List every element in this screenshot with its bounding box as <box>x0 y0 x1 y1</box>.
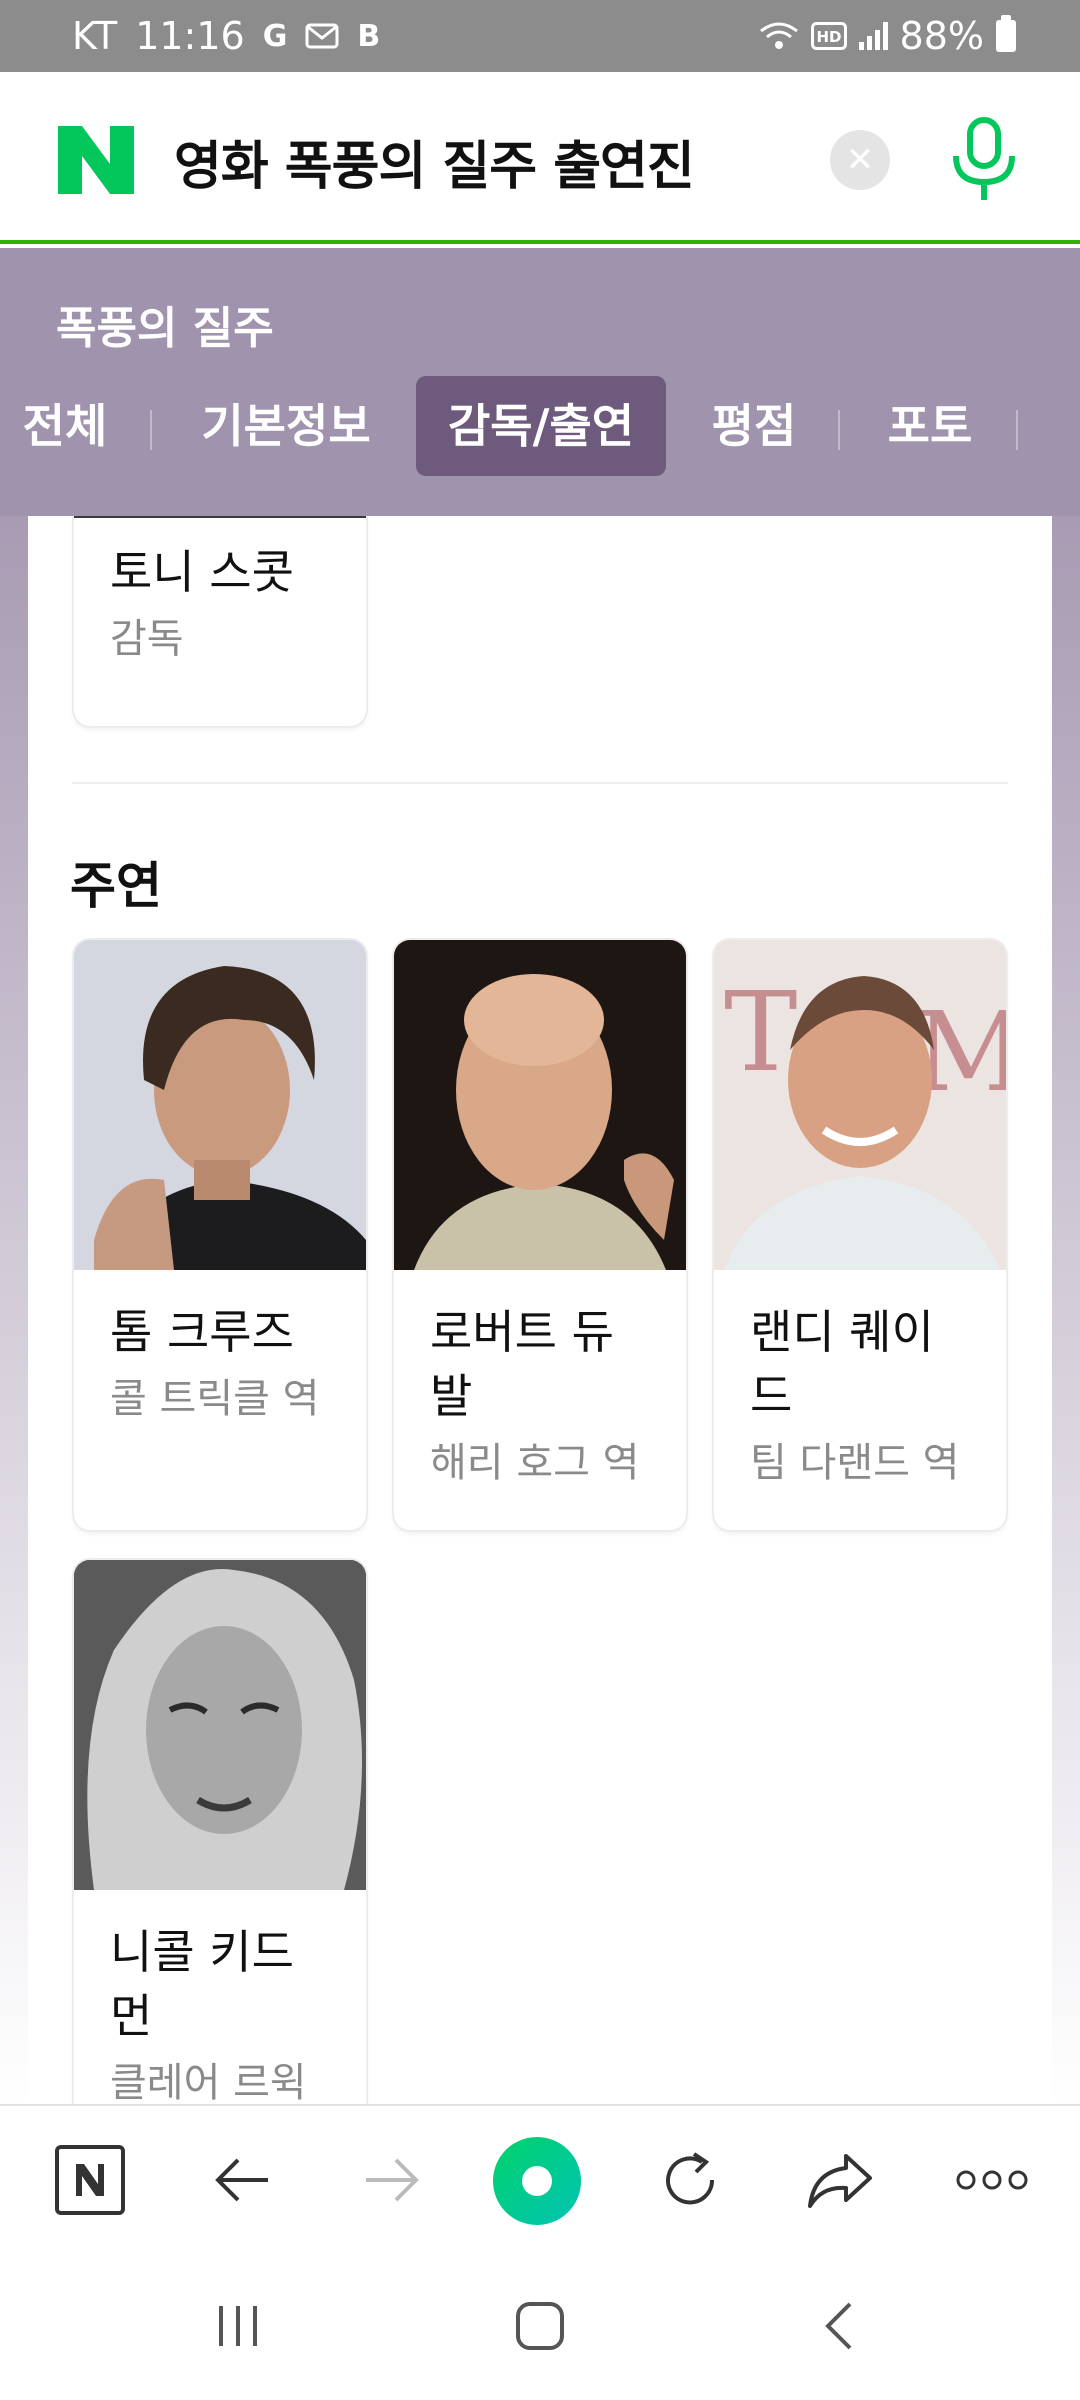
system-nav-bar <box>0 2252 1080 2400</box>
home-button[interactable] <box>500 2296 580 2356</box>
topic-title[interactable]: 폭풍의 질주 <box>56 292 274 356</box>
person-role: 클레어 르윅 <box>110 2060 307 2104</box>
battery-percent: 88% <box>899 14 984 58</box>
mail-icon <box>305 23 339 49</box>
svg-text:T: T <box>724 968 797 1096</box>
close-icon: ✕ <box>845 140 875 180</box>
browser-toolbar <box>0 2104 1080 2252</box>
recent-apps-icon <box>219 2306 257 2346</box>
tab-rating[interactable]: 평점 <box>704 376 804 476</box>
back-arrow-icon <box>215 2158 268 2202</box>
cast-card[interactable]: 톰 크루즈 콜 트릭클 역 <box>74 940 366 1530</box>
back-icon <box>825 2302 852 2350</box>
tab-basic-info[interactable]: 기본정보 <box>196 376 376 476</box>
refresh-icon <box>666 2152 715 2205</box>
cast-content: 토니 스콧 감독 주연 톰 크루즈 콜 트릭클 역 로버트 듀발 해리 호그 역 <box>28 516 1052 2104</box>
clock: 11:16 <box>135 14 245 58</box>
tab-director-cast[interactable]: 감독/출연 <box>416 376 666 476</box>
section-title-leads: 주연 <box>70 857 162 915</box>
share-button[interactable] <box>800 2140 880 2220</box>
hd-icon: HD <box>810 22 847 50</box>
forward-button[interactable] <box>352 2140 432 2220</box>
person-role: 감독 <box>110 616 184 662</box>
person-role: 팀 다랜드 역 <box>750 1440 960 1486</box>
tab-all[interactable]: 전체 <box>20 376 110 476</box>
status-right: HD 88% <box>759 14 1016 58</box>
naver-home-icon <box>55 2145 125 2215</box>
person-name: 랜디 퀘이드 <box>750 1305 934 1423</box>
tab-bar: 전체 기본정보 감독/출연 평점 포토 <box>0 376 1080 476</box>
director-card[interactable]: 토니 스콧 감독 <box>74 516 366 726</box>
section-divider <box>72 782 1008 784</box>
person-name: 로버트 듀발 <box>430 1305 614 1423</box>
recent-apps-button[interactable] <box>198 2296 278 2356</box>
more-button[interactable] <box>952 2140 1032 2220</box>
person-role: 해리 호그 역 <box>430 1440 640 1486</box>
director-photo <box>74 516 366 518</box>
cast-card[interactable]: 로버트 듀발 해리 호그 역 <box>394 940 686 1530</box>
naver-home-button[interactable] <box>50 2140 130 2220</box>
person-name: 톰 크루즈 <box>110 1305 294 1359</box>
green-dot-icon <box>493 2137 581 2225</box>
signal-icon <box>858 22 888 50</box>
green-dot-button[interactable] <box>490 2134 584 2228</box>
tab-separator <box>1016 410 1018 450</box>
cast-card[interactable]: T M 랜디 퀘이드 팀 다랜드 역 <box>714 940 1006 1530</box>
tab-separator <box>150 410 152 450</box>
actor-photo: T M <box>714 940 1006 1270</box>
tab-separator <box>838 410 840 450</box>
topic-header: 폭풍의 질주 전체 기본정보 감독/출연 평점 포토 <box>0 248 1080 516</box>
more-icon <box>956 2170 1028 2190</box>
microphone-icon[interactable] <box>944 116 1024 204</box>
tab-photo[interactable]: 포토 <box>880 376 980 476</box>
naver-logo[interactable] <box>58 126 134 194</box>
home-icon <box>516 2302 564 2350</box>
status-bar: KT 11:16 G B HD 88% <box>0 0 1080 72</box>
carrier-label: KT <box>72 14 118 58</box>
actor-photo <box>74 1560 366 1890</box>
clear-search-button[interactable]: ✕ <box>830 130 890 190</box>
b-icon: B <box>357 18 381 54</box>
hd-label: HD <box>816 28 841 46</box>
search-header: 영화 폭풍의 질주 출연진 ✕ <box>0 72 1080 244</box>
actor-photo <box>74 940 366 1270</box>
google-icon: G <box>262 18 288 54</box>
actor-photo <box>394 940 686 1270</box>
cast-card[interactable]: 니콜 키드먼 클레어 르윅 <box>74 1560 366 2104</box>
share-icon <box>808 2154 872 2208</box>
back-nav-button[interactable] <box>800 2296 880 2356</box>
person-role: 콜 트릭클 역 <box>110 1376 320 1422</box>
refresh-button[interactable] <box>650 2140 730 2220</box>
battery-icon <box>996 15 1016 52</box>
wifi-icon <box>759 22 798 49</box>
status-left: KT 11:16 G B <box>72 14 380 58</box>
person-name: 니콜 키드먼 <box>110 1925 294 2043</box>
search-input[interactable]: 영화 폭풍의 질주 출연진 <box>174 124 695 199</box>
person-name: 토니 스콧 <box>110 545 294 599</box>
back-button[interactable] <box>202 2140 282 2220</box>
forward-arrow-icon <box>366 2158 419 2202</box>
